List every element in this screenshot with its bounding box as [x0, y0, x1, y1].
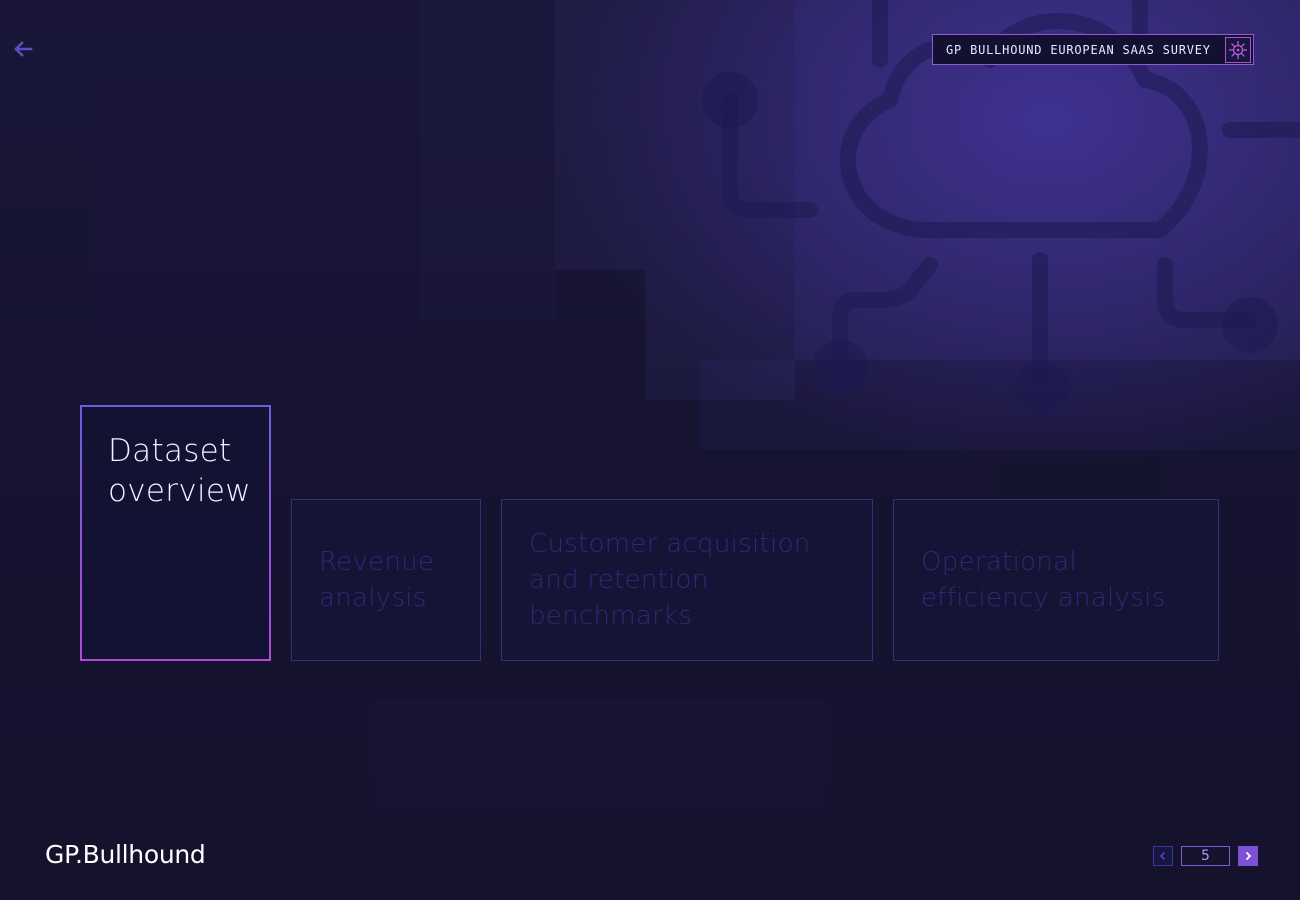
section-card-label: Customer acquisition and retention bench… [529, 529, 811, 631]
cloud-network-icon [702, 0, 1300, 416]
arrow-left-icon [14, 41, 33, 57]
back-button[interactable] [12, 38, 34, 60]
pagination: 5 [1153, 846, 1258, 866]
chevron-left-icon [1159, 851, 1166, 861]
logo: GP.Bullhound [45, 840, 206, 869]
bg-tile [370, 700, 830, 820]
section-card-customer-acquisition[interactable]: Customer acquisition and retention bench… [501, 499, 873, 661]
page-number: 5 [1181, 846, 1230, 866]
section-card-operational-efficiency[interactable]: Operational efficiency analysis [893, 499, 1219, 661]
survey-tag: GP BULLHOUND EUROPEAN SAAS SURVEY [932, 34, 1254, 65]
bg-tile [555, 0, 645, 270]
section-card-dataset-overview[interactable]: Dataset overview [80, 405, 271, 661]
section-card-label: Operational efficiency analysis [921, 547, 1166, 613]
bg-tile [420, 0, 555, 320]
virus-icon [1225, 36, 1251, 63]
chevron-right-icon [1245, 851, 1252, 861]
section-card-revenue-analysis[interactable]: Revenue analysis [291, 499, 481, 661]
bg-tile [90, 80, 420, 340]
previous-page-button[interactable] [1153, 846, 1173, 866]
survey-tag-label: GP BULLHOUND EUROPEAN SAAS SURVEY [946, 42, 1211, 57]
next-page-button[interactable] [1238, 846, 1258, 866]
section-card-label: Revenue analysis [319, 547, 435, 613]
section-card-label: Dataset overview [108, 433, 251, 509]
